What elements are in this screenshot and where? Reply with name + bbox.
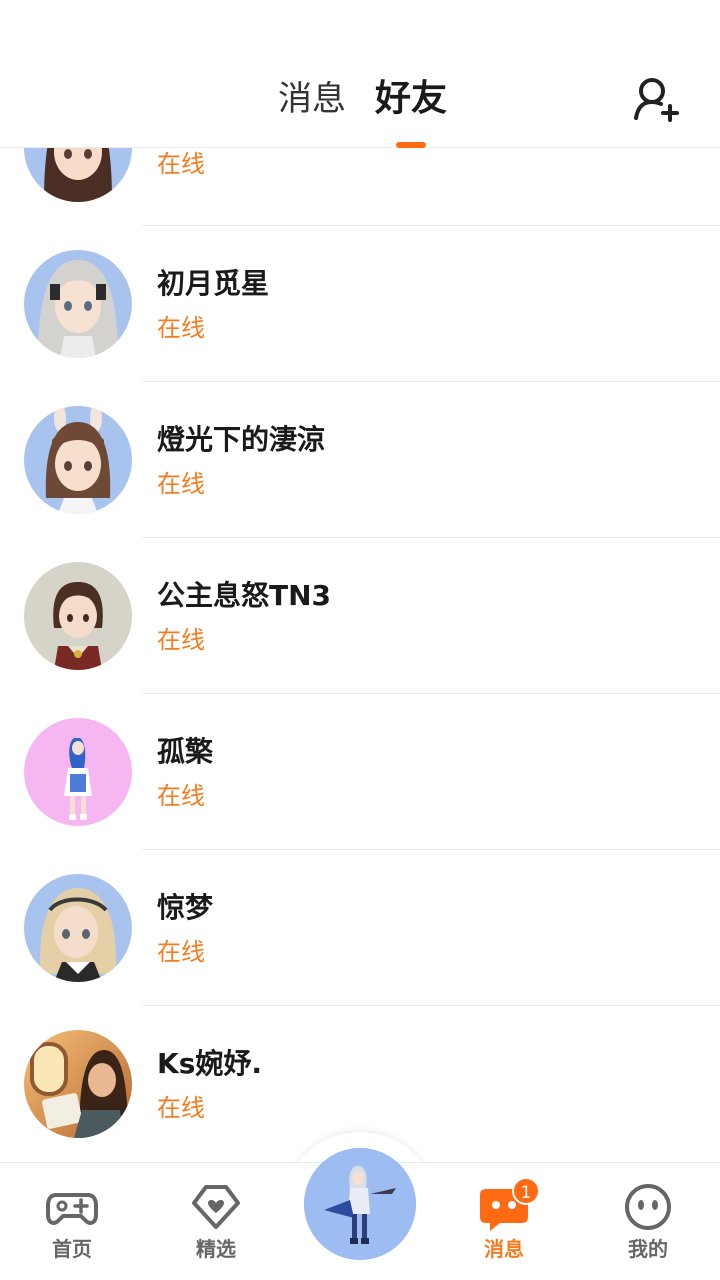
heart-icon [192,1185,240,1229]
friend-status: 在线 [157,938,205,966]
face-icon [625,1184,671,1230]
avatar [24,406,132,514]
active-tab-indicator [396,142,426,148]
friend-name: 公主息怒TN3 [157,579,332,612]
friend-row[interactable]: 公主息怒TN3 在线 [0,538,720,694]
friend-name: 燈光下的淒涼 [157,423,326,456]
friend-row[interactable]: 初月觅星 在线 [0,226,720,382]
avatar [24,874,132,982]
friend-status: 在线 [157,626,205,654]
avatar [24,250,132,358]
friend-status: 在线 [157,150,205,178]
friend-row[interactable]: 燈光下的淒涼 在线 [0,382,720,538]
friend-row[interactable]: 惊梦 在线 [0,850,720,1006]
add-friend-button[interactable] [630,74,682,126]
friend-status: 在线 [157,782,205,810]
unread-badge: 1 [512,1177,540,1205]
friend-list: 在线 初月觅星 在线 燈光下的淒涼 在线 公主息怒TN3 在线 孤檠 在线 惊梦… [0,148,720,1162]
friend-name: 初月觅星 [157,267,270,300]
nav-messages[interactable]: 消息 [432,1163,576,1280]
nav-label: 首页 [52,1237,92,1261]
center-character-button[interactable] [304,1148,416,1260]
tab-messages[interactable]: 消息 [278,76,346,122]
nav-label: 精选 [196,1237,236,1261]
character-avatar-icon [304,1148,416,1260]
friend-name: 孤檠 [157,735,214,768]
add-user-icon [634,78,679,122]
nav-label: 我的 [628,1237,668,1261]
gamepad-icon [46,1193,98,1225]
friend-row[interactable]: 孤檠 在线 [0,694,720,850]
friend-status: 在线 [157,470,205,498]
avatar [24,1030,132,1138]
friend-status: 在线 [157,314,205,342]
nav-profile[interactable]: 我的 [576,1163,720,1280]
avatar [24,562,132,670]
nav-featured[interactable]: 精选 [144,1163,288,1280]
friend-name: 惊梦 [157,891,214,924]
nav-home[interactable]: 首页 [0,1163,144,1280]
avatar [24,148,132,202]
nav-label: 消息 [484,1237,524,1261]
tab-friends[interactable]: 好友 [375,76,447,122]
friend-status: 在线 [157,1094,205,1122]
friend-row[interactable]: 在线 [0,148,720,226]
friend-name: Ks婉妤. [157,1047,263,1080]
top-bar: 消息 好友 [0,0,720,148]
avatar [24,718,132,826]
